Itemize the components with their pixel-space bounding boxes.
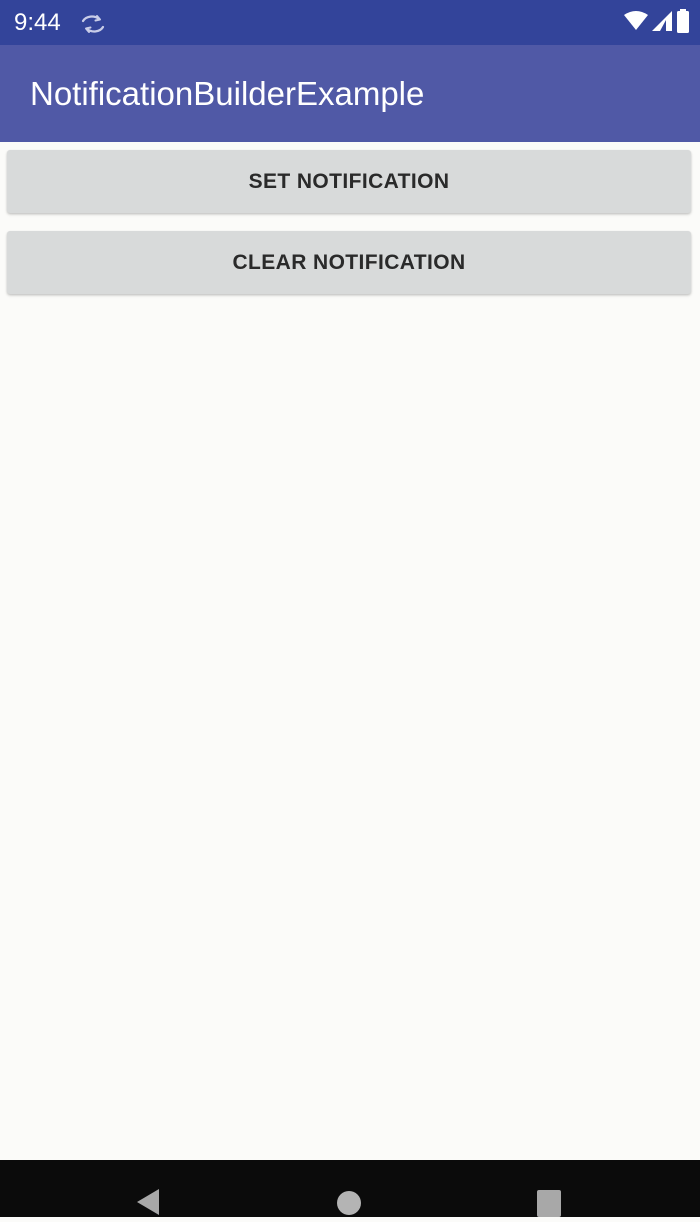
wifi-icon: [624, 10, 648, 36]
status-time: 9:44: [14, 9, 61, 36]
navigation-bar: [0, 1160, 700, 1217]
home-icon[interactable]: [336, 1190, 362, 1216]
recents-icon[interactable]: [537, 1190, 561, 1217]
sync-icon: [80, 14, 106, 34]
app-title: NotificationBuilderExample: [30, 75, 425, 112]
status-bar: 9:44: [0, 0, 700, 45]
set-notification-button[interactable]: SET NOTIFICATION: [7, 150, 691, 213]
set-notification-label: SET NOTIFICATION: [248, 169, 450, 193]
battery-icon: [676, 8, 690, 38]
clear-notification-button[interactable]: CLEAR NOTIFICATION: [7, 231, 691, 294]
cell-signal-icon: [652, 10, 672, 36]
app-bar: NotificationBuilderExample: [0, 45, 700, 142]
back-icon[interactable]: [135, 1187, 161, 1217]
clear-notification-label: CLEAR NOTIFICATION: [232, 250, 466, 274]
status-icons: [624, 8, 690, 38]
